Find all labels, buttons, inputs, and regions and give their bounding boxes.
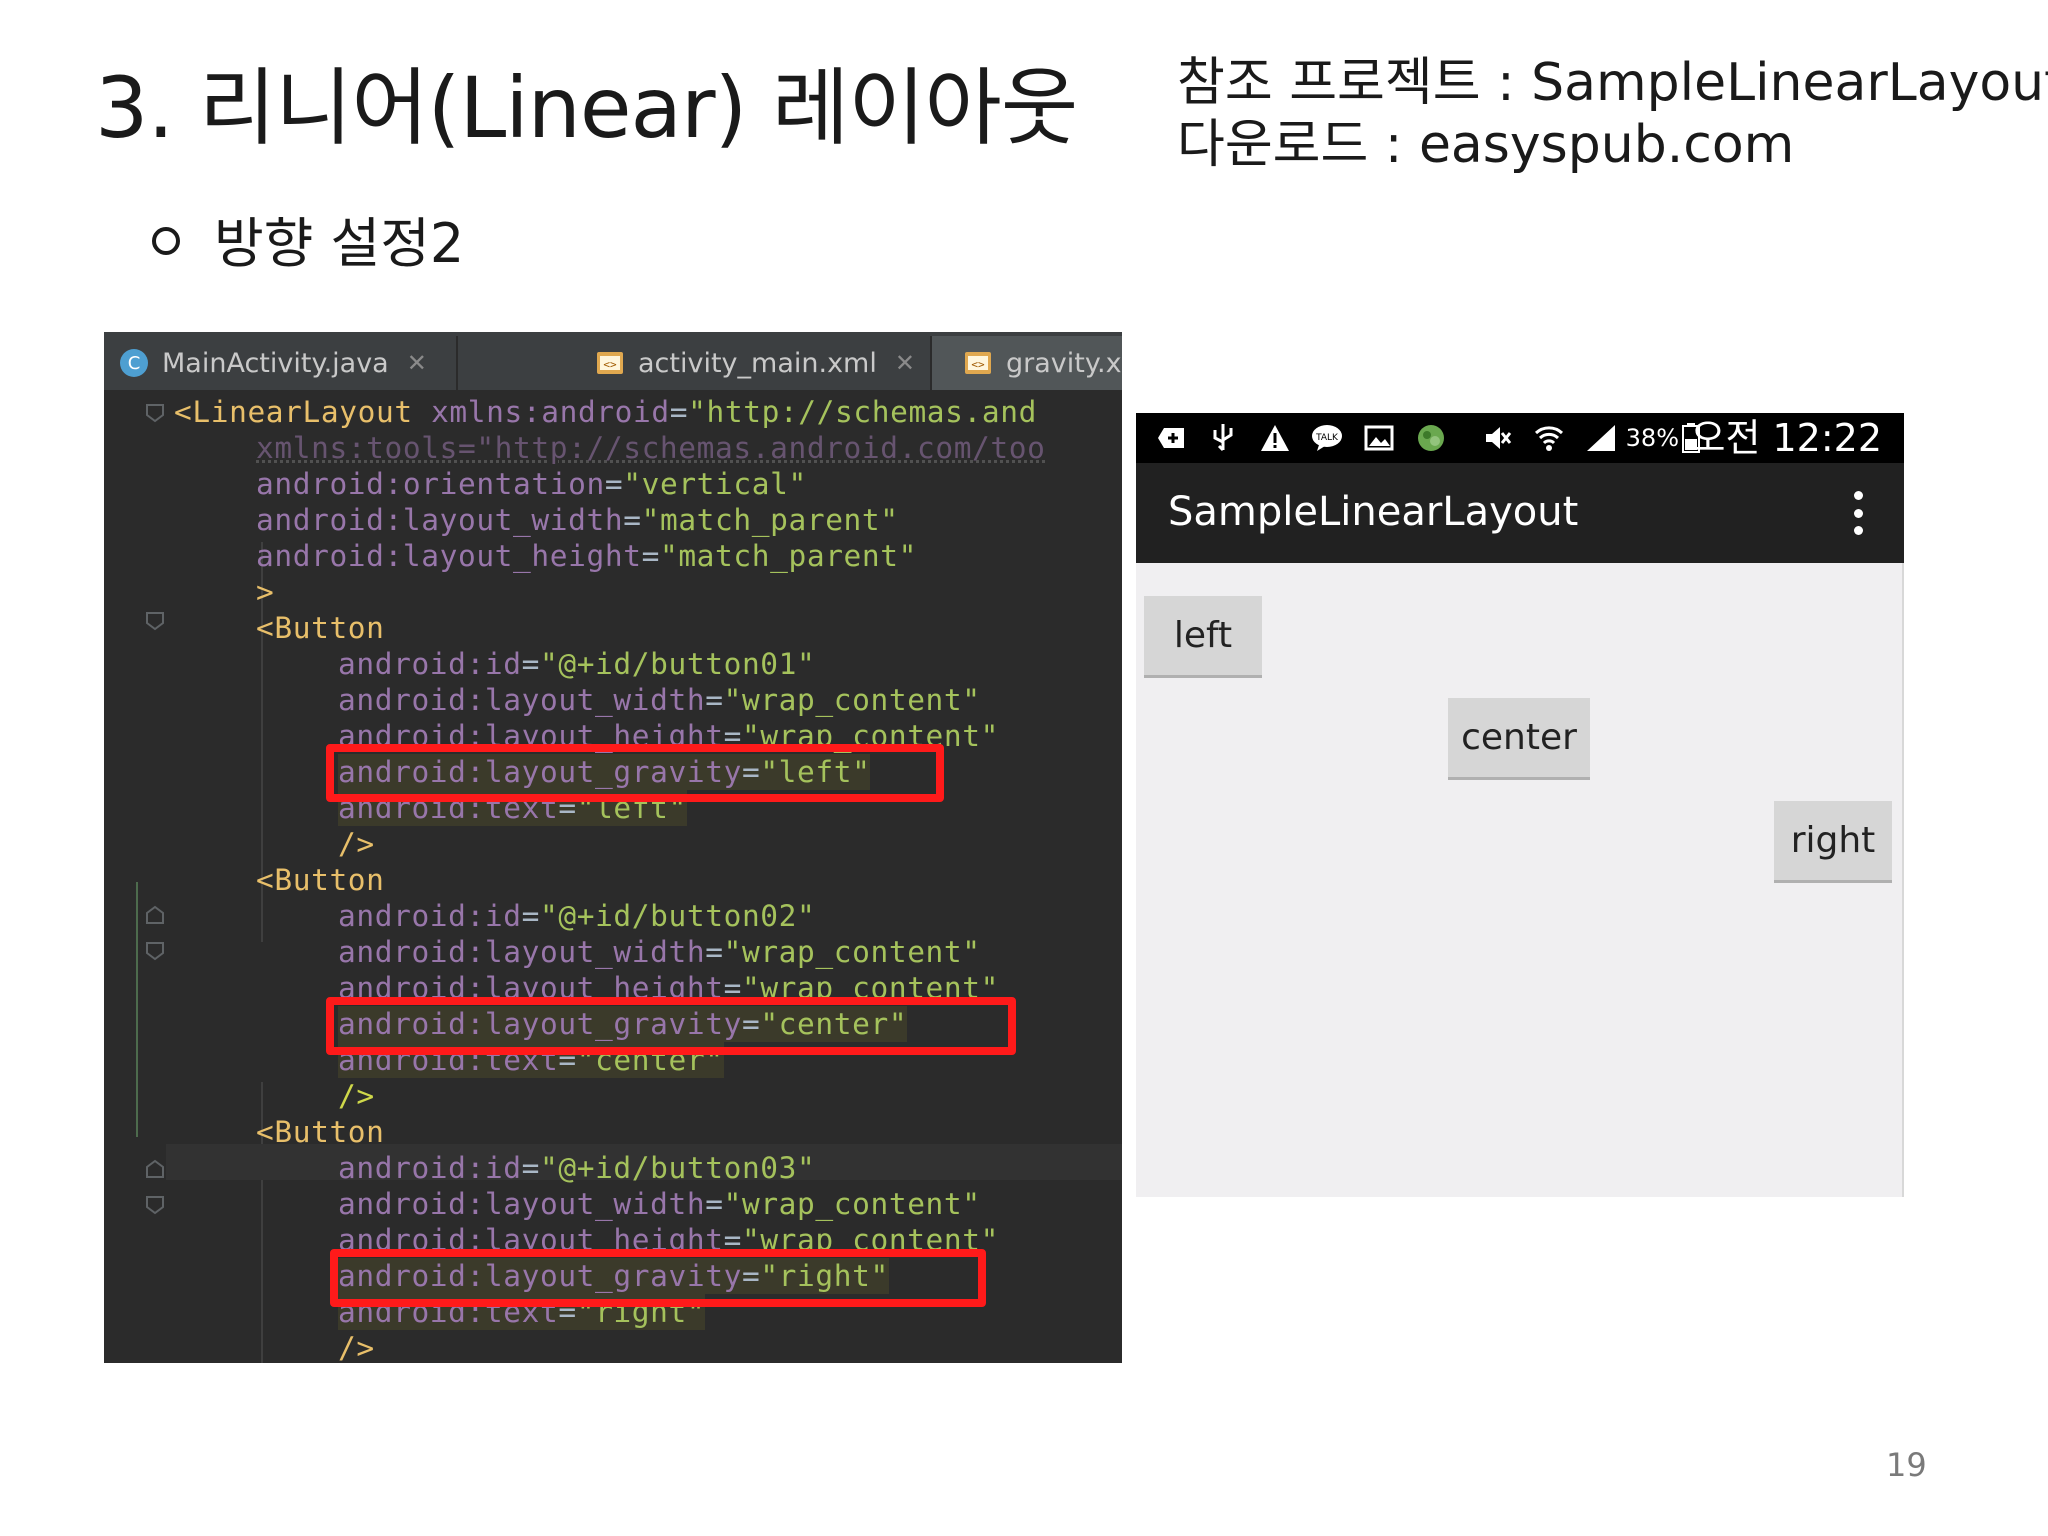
right-button[interactable]: right xyxy=(1774,801,1892,883)
page-number: 19 xyxy=(1886,1446,1927,1484)
tab-mainactivity-java[interactable]: C MainActivity.java ✕ xyxy=(104,336,456,390)
code-line: > xyxy=(256,574,274,610)
action-bar: SampleLinearLayout xyxy=(1136,463,1904,563)
code-line: xmlns:tools="http://schemas.android.com/… xyxy=(256,430,1046,466)
xml-layout-icon: <> xyxy=(962,347,994,379)
code-line: android:id="@+id/button03" xyxy=(338,1150,815,1186)
svg-text:<>: <> xyxy=(971,358,985,371)
talk-chat-icon: TALK xyxy=(1310,421,1344,455)
code-line: <Button xyxy=(256,1114,385,1150)
gallery-icon xyxy=(1362,421,1396,455)
code-line: android:id="@+id/button02" xyxy=(338,898,815,934)
add-icon xyxy=(1154,421,1188,455)
tab-label: MainActivity.java xyxy=(162,348,389,379)
signal-icon xyxy=(1584,421,1618,455)
wifi-icon xyxy=(1532,421,1566,455)
center-button[interactable]: center xyxy=(1448,698,1590,780)
code-line: /> xyxy=(338,1078,375,1114)
svg-text:C: C xyxy=(128,353,141,374)
code-line: android:layout_width="match_parent" xyxy=(256,502,899,538)
code-line: <Button xyxy=(256,610,385,646)
code-line: android:layout_width="wrap_content" xyxy=(338,934,981,970)
reference-project: 참조 프로젝트 : SampleLinearLayout xyxy=(1177,52,2048,114)
code-line: android:layout_height="match_parent" xyxy=(256,538,917,574)
code-line: <Button xyxy=(256,862,385,898)
left-button[interactable]: left xyxy=(1144,596,1262,678)
code-editor: C MainActivity.java ✕ <> activity_main.x… xyxy=(104,332,1122,1363)
usb-icon xyxy=(1206,421,1240,455)
phone-screen: TALK 38% 오전 12:22 SampleLinearLayout lef… xyxy=(1136,413,1904,1197)
mute-icon xyxy=(1480,421,1514,455)
code-line: android:id="@+id/button01" xyxy=(338,646,815,682)
code-line: android:layout_width="wrap_content" xyxy=(338,1186,981,1222)
code-line: android:layout_width="wrap_content" xyxy=(338,682,981,718)
status-bar: TALK 38% 오전 12:22 xyxy=(1136,413,1904,463)
highlight-box-right xyxy=(330,1249,986,1307)
battery-percent: 38% xyxy=(1626,423,1679,453)
download-site: 다운로드 : easyspub.com xyxy=(1177,114,2048,176)
tab-gravity-xml[interactable]: <> gravity.xml ✕ xyxy=(932,336,1122,390)
close-icon[interactable]: ✕ xyxy=(407,349,427,377)
slide-title: 3. 리니어(Linear) 레이아웃 xyxy=(95,58,1077,158)
close-icon[interactable]: ✕ xyxy=(895,349,915,377)
tab-activity-main-xml[interactable]: <> activity_main.xml ✕ xyxy=(458,336,934,390)
xml-layout-icon: <> xyxy=(594,347,626,379)
subtitle-text: 방향 설정2 xyxy=(214,212,464,275)
app-title: SampleLinearLayout xyxy=(1168,487,1578,537)
clock: 오전 12:22 xyxy=(1690,417,1882,459)
tab-label: gravity.xml xyxy=(1006,348,1122,379)
highlight-box-center xyxy=(326,997,1016,1055)
editor-tab-bar: C MainActivity.java ✕ <> activity_main.x… xyxy=(104,332,1122,392)
overflow-menu-icon[interactable] xyxy=(1852,491,1864,535)
app-notification-icon xyxy=(1414,421,1448,455)
tab-label: activity_main.xml xyxy=(638,348,877,379)
highlight-box-left xyxy=(326,744,944,802)
bullet-circle-icon xyxy=(152,227,180,255)
java-class-icon: C xyxy=(118,347,150,379)
section-subtitle: 방향 설정2 xyxy=(152,212,464,276)
reference-info: 참조 프로젝트 : SampleLinearLayout 다운로드 : easy… xyxy=(1177,52,2048,176)
code-line: /> xyxy=(338,1330,375,1363)
xml-code-area[interactable]: <LinearLayout xmlns:android="http://sche… xyxy=(104,392,1122,1363)
code-line: /> xyxy=(338,826,375,862)
svg-text:TALK: TALK xyxy=(1315,433,1339,443)
svg-text:<>: <> xyxy=(603,358,617,371)
code-line: android:orientation="vertical" xyxy=(256,466,807,502)
code-line: <LinearLayout xmlns:android="http://sche… xyxy=(174,394,1037,430)
warning-icon xyxy=(1258,421,1292,455)
